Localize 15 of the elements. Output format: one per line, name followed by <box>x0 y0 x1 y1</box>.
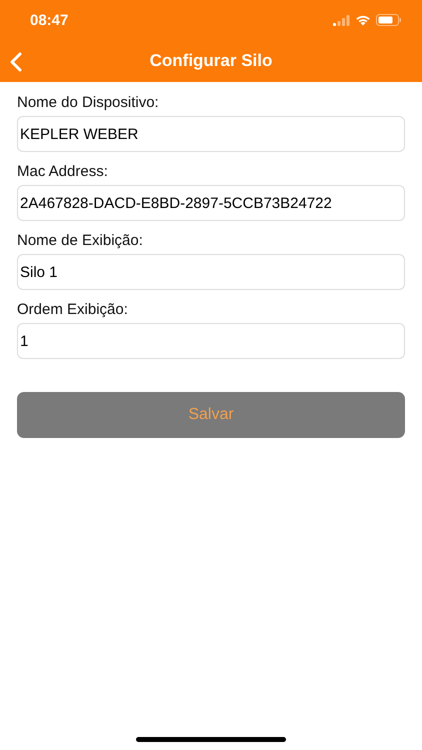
battery-icon <box>376 14 402 26</box>
input-field[interactable]: 2A467828-DACD-E8BD-2897-5CCB73B24722 <box>17 185 405 221</box>
status-time: 08:47 <box>30 12 68 28</box>
chevron-left-icon <box>10 52 22 72</box>
signal-icon <box>333 14 350 26</box>
input-field[interactable]: Silo 1 <box>17 254 405 290</box>
field-label: Nome de Exibição: <box>17 232 144 249</box>
back-button[interactable] <box>8 50 24 74</box>
screen-title: Configurar Silo <box>150 51 272 71</box>
input-field[interactable]: KEPLER WEBER <box>17 116 405 152</box>
field-label: Ordem Exibição: <box>17 301 129 318</box>
field-label: Nome do Dispositivo: <box>17 94 160 111</box>
input-field[interactable]: 1 <box>17 323 405 359</box>
wifi-icon <box>355 14 371 26</box>
field-label: Mac Address: <box>17 163 109 180</box>
